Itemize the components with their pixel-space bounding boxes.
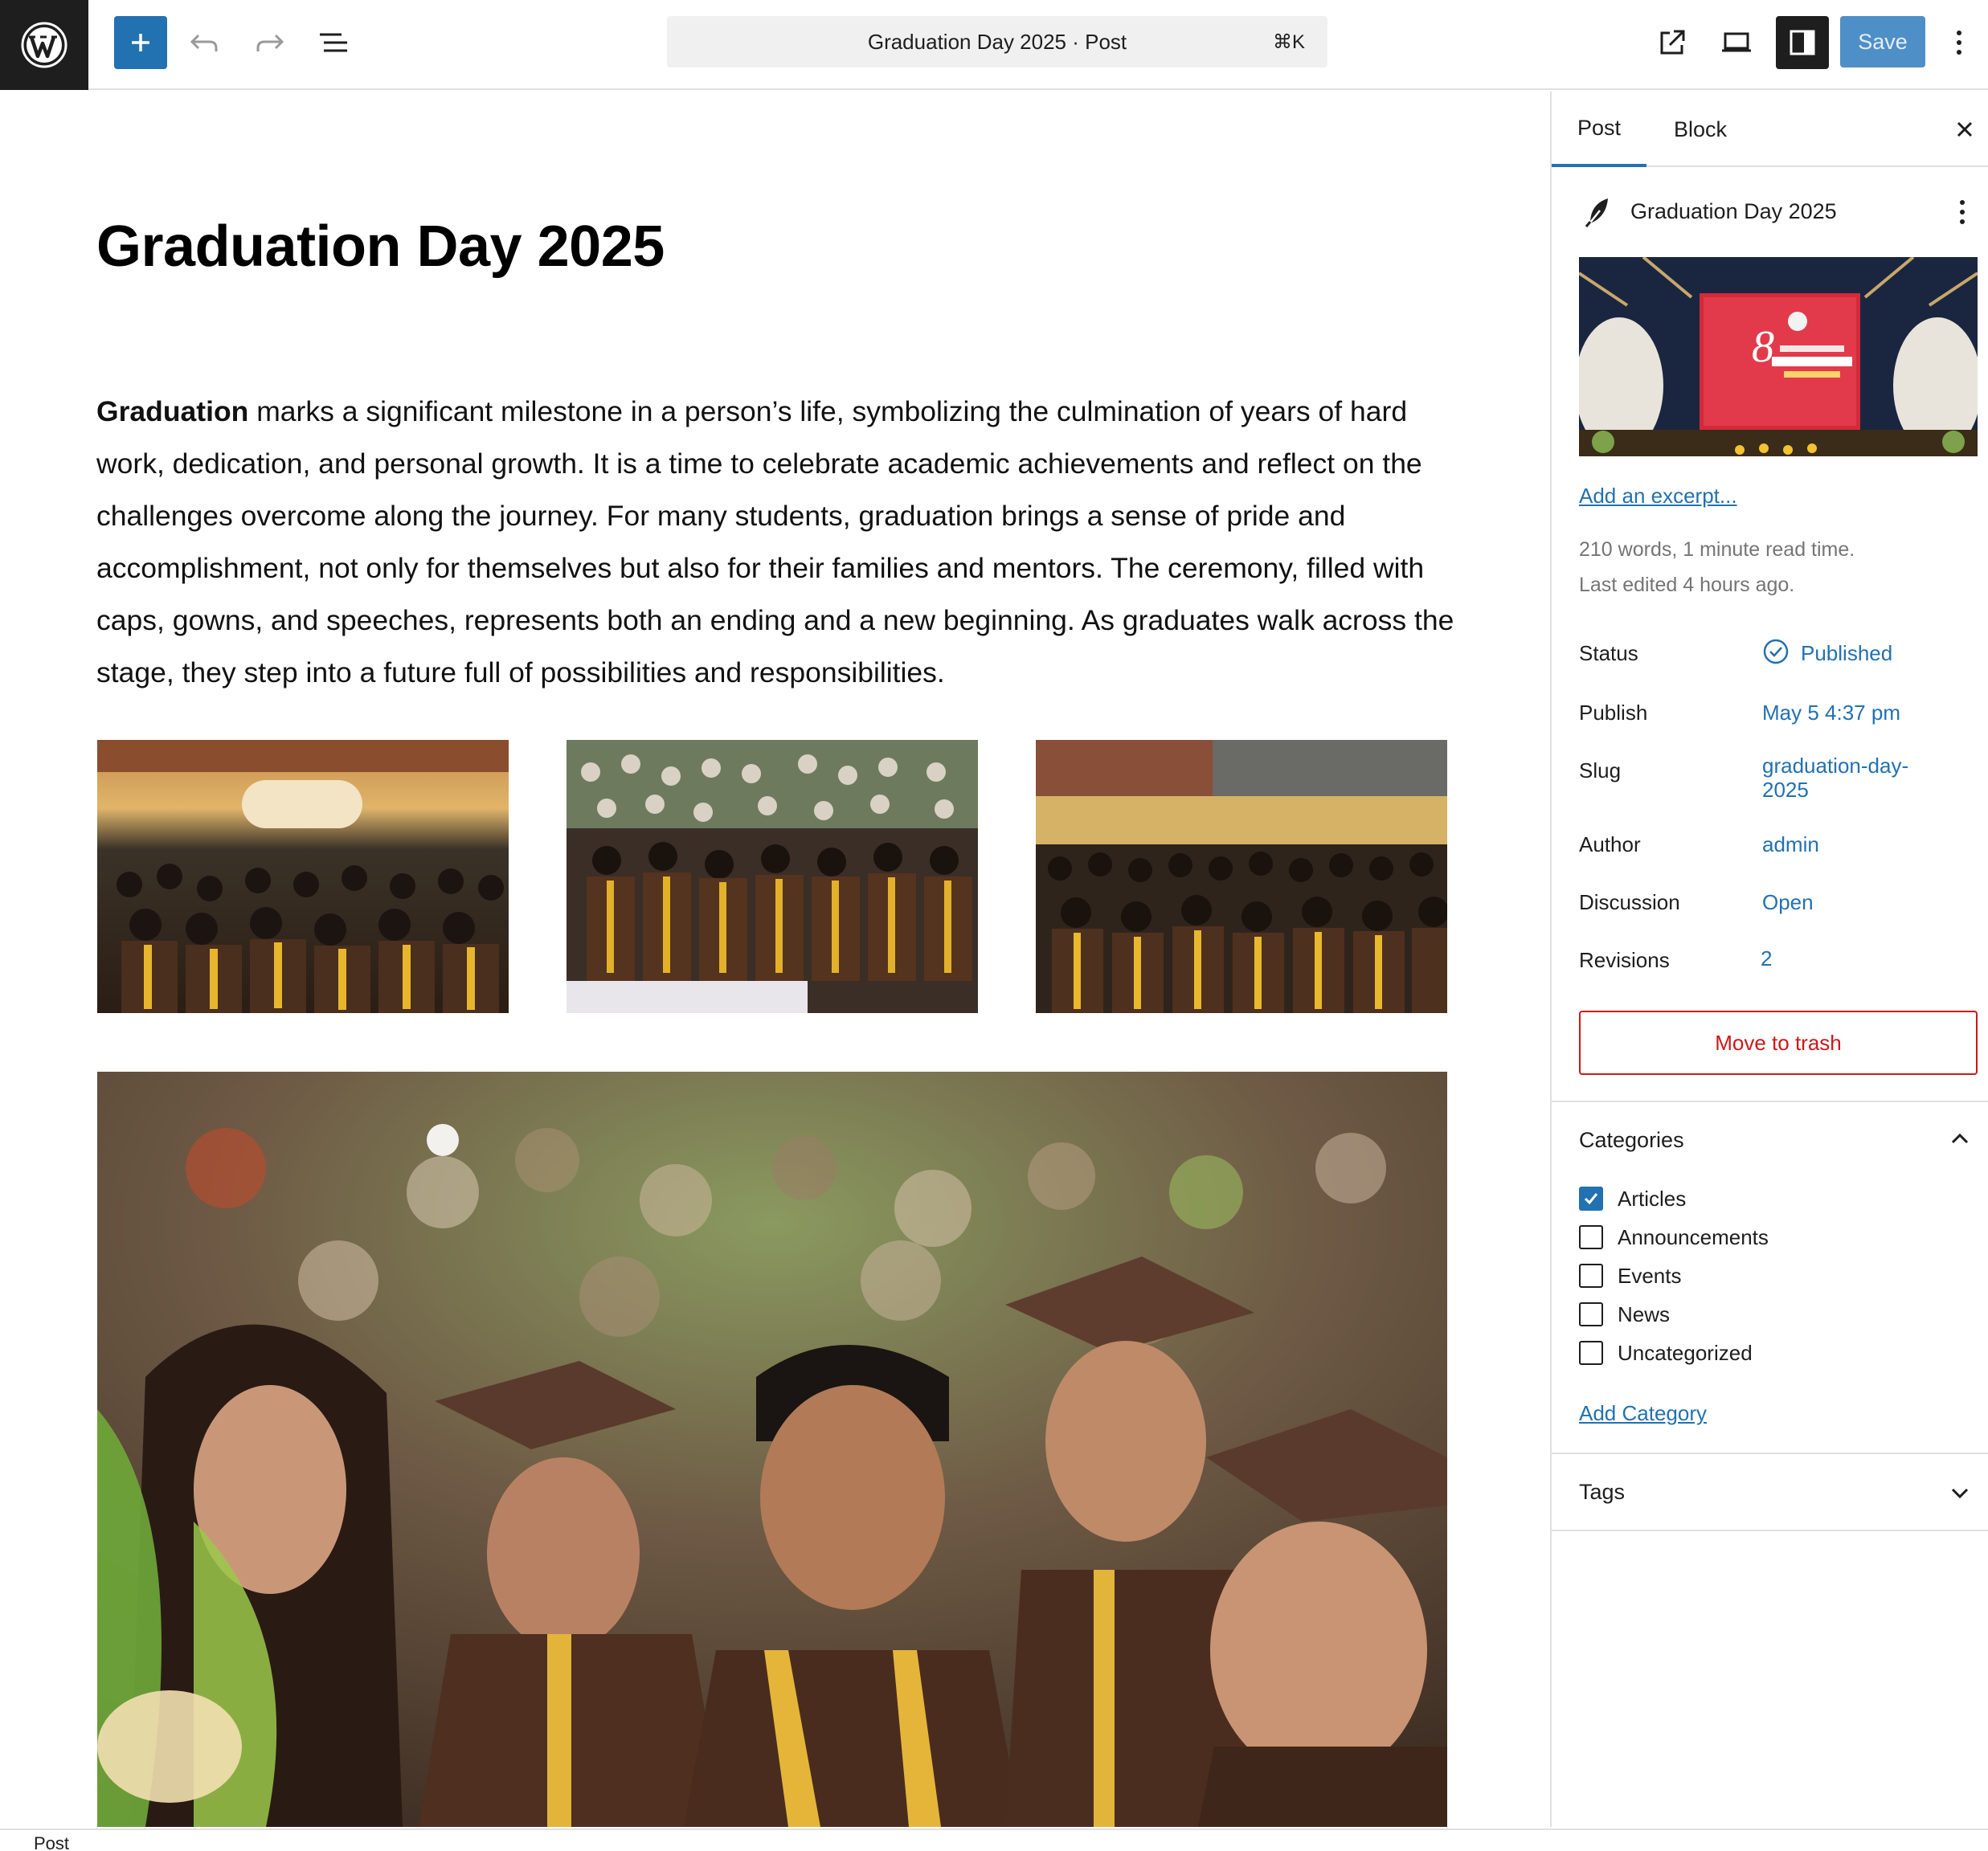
paragraph-text: marks a significant milestone in a perso… <box>96 395 1454 689</box>
check-circle-icon <box>1762 638 1790 669</box>
more-vertical-icon <box>1957 31 1961 55</box>
category-checkbox[interactable] <box>1579 1341 1603 1365</box>
category-checkbox[interactable] <box>1579 1225 1603 1249</box>
close-icon <box>1957 121 1973 137</box>
options-menu-button[interactable] <box>1937 16 1982 69</box>
status-value[interactable]: Published <box>1801 641 1892 666</box>
view-post-button[interactable] <box>1646 16 1699 69</box>
category-articles[interactable]: Articles <box>1579 1186 1686 1212</box>
editor-header: Graduation Day 2025 · Post ⌘K Save <box>0 0 1988 90</box>
publish-date-value[interactable]: May 5 4:37 pm <box>1762 701 1900 725</box>
undo-button[interactable] <box>178 16 231 69</box>
add-excerpt-link[interactable]: Add an excerpt... <box>1579 484 1737 509</box>
more-vertical-icon <box>1960 200 1965 224</box>
breadcrumb-post[interactable]: Post <box>34 1833 69 1851</box>
command-title: Graduation Day 2025 · Post <box>867 29 1127 54</box>
gallery-image-3[interactable] <box>1036 740 1447 1013</box>
tab-block[interactable]: Block <box>1674 92 1727 167</box>
category-label: Uncategorized <box>1618 1340 1753 1365</box>
command-shortcut: ⌘K <box>1272 31 1305 53</box>
slug-value[interactable]: graduation-day- 2025 <box>1762 754 1908 802</box>
plus-icon <box>132 34 149 51</box>
category-label: News <box>1618 1301 1671 1326</box>
chevron-up-icon[interactable] <box>1948 1126 1972 1150</box>
post-actions-button[interactable] <box>1954 196 1970 228</box>
redo-icon <box>256 34 284 51</box>
discussion-label: Discussion <box>1579 890 1680 914</box>
checkmark-icon <box>1584 1193 1598 1205</box>
gallery-image-1[interactable] <box>97 740 509 1013</box>
categories-panel-title[interactable]: Categories <box>1579 1128 1684 1153</box>
redo-button[interactable] <box>243 16 296 69</box>
document-overview-button[interactable] <box>307 16 360 69</box>
preview-button[interactable] <box>1710 16 1763 69</box>
category-label: Events <box>1618 1263 1682 1288</box>
settings-sidebar: Post Block Graduation Day 2025 8 Add an … <box>1550 92 1988 1827</box>
revisions-label: Revisions <box>1579 948 1670 972</box>
category-label: Announcements <box>1618 1224 1769 1249</box>
category-label: Articles <box>1618 1186 1687 1211</box>
settings-sidebar-toggle[interactable] <box>1776 16 1829 69</box>
external-link-icon <box>1660 30 1685 55</box>
svg-text:8: 8 <box>1752 322 1774 372</box>
category-events[interactable]: Events <box>1579 1263 1682 1289</box>
category-checkbox[interactable] <box>1579 1264 1603 1288</box>
block-breadcrumb-bar: Post <box>0 1829 1988 1851</box>
chevron-down-icon[interactable] <box>1948 1481 1972 1506</box>
category-uncategorized[interactable]: Uncategorized <box>1579 1340 1753 1366</box>
move-to-trash-button[interactable]: Move to trash <box>1579 1011 1978 1075</box>
add-block-button[interactable] <box>114 16 167 69</box>
undo-icon <box>190 34 218 51</box>
author-value[interactable]: admin <box>1762 832 1819 857</box>
word-count: 210 words, 1 minute read time. <box>1579 538 1855 561</box>
status-label: Status <box>1579 641 1638 665</box>
desktop-preview-icon <box>1722 32 1751 52</box>
paragraph-block[interactable]: Graduation marks a significant milestone… <box>96 386 1454 699</box>
paragraph-bold-text: Graduation <box>96 395 249 427</box>
editor-canvas: Graduation Day 2025 Graduation marks a s… <box>0 92 1549 1827</box>
featured-image[interactable]: 8 <box>1579 257 1978 456</box>
wordpress-logo-icon[interactable] <box>0 0 88 90</box>
command-palette-bar[interactable]: Graduation Day 2025 · Post ⌘K <box>667 16 1327 67</box>
sidebar-toggle-icon <box>1790 30 1815 55</box>
post-title[interactable]: Graduation Day 2025 <box>96 214 665 280</box>
save-button[interactable]: Save <box>1840 16 1925 67</box>
divider <box>1552 1453 1988 1454</box>
category-announcements[interactable]: Announcements <box>1579 1224 1769 1250</box>
last-edited: Last edited 4 hours ago. <box>1579 574 1795 596</box>
gallery-image-2[interactable] <box>567 740 978 1013</box>
publish-label: Publish <box>1579 701 1648 725</box>
add-category-link[interactable]: Add Category <box>1579 1401 1707 1426</box>
list-view-icon <box>320 33 347 52</box>
feather-icon <box>1584 196 1613 232</box>
post-summary-title: Graduation Day 2025 <box>1630 199 1837 223</box>
divider <box>1552 1530 1988 1531</box>
category-checkbox[interactable] <box>1579 1187 1603 1211</box>
tab-post[interactable]: Post <box>1552 92 1646 167</box>
category-news[interactable]: News <box>1579 1301 1670 1327</box>
sidebar-tabs: Post Block <box>1552 92 1988 167</box>
slug-label: Slug <box>1579 758 1622 782</box>
category-checkbox[interactable] <box>1579 1302 1603 1326</box>
featured-content-image[interactable] <box>97 1072 1447 1827</box>
discussion-value[interactable]: Open <box>1762 890 1814 915</box>
tags-panel-title[interactable]: Tags <box>1579 1480 1625 1505</box>
revisions-value[interactable]: 2 <box>1761 946 1772 971</box>
divider <box>1552 1101 1988 1102</box>
close-sidebar-button[interactable] <box>1946 111 1983 148</box>
author-label: Author <box>1579 832 1641 856</box>
